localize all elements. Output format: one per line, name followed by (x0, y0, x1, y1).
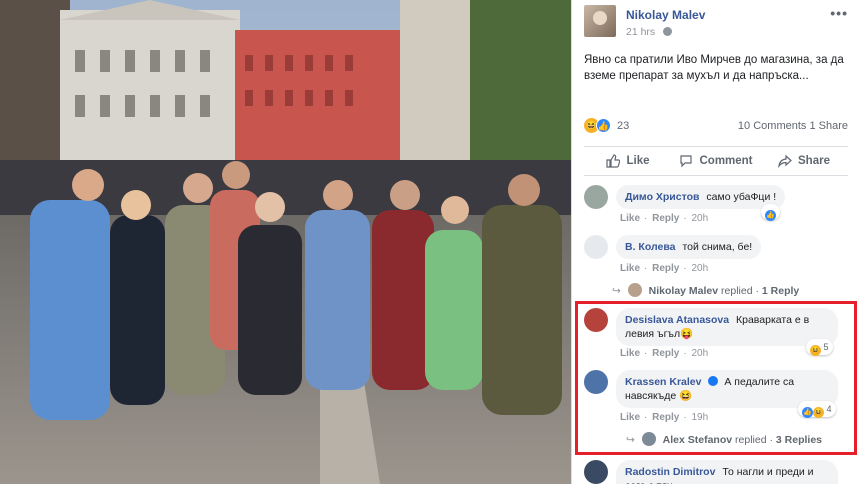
comment-bubble: Димо Христов само убаФци ! (616, 185, 786, 209)
comment-text: той снима, бе! (682, 241, 753, 253)
comment-reply-link[interactable]: Reply (652, 213, 679, 224)
commenter-avatar[interactable] (584, 185, 608, 209)
comment-item: Димо Христов само убаФци ! 👍 Like · Reply… (584, 185, 850, 227)
reactions-count[interactable]: 23 (617, 120, 629, 132)
like-reaction-icon: 👍 (596, 118, 611, 133)
share-button[interactable]: Share (760, 147, 848, 175)
shares-count[interactable]: 1 Share (809, 120, 848, 132)
share-icon (778, 154, 792, 168)
comment-bubble: В. Колева той снима, бе! (616, 235, 762, 259)
like-reaction-icon: 👍 (765, 210, 776, 221)
post-actions: Like Comment Share (584, 146, 848, 176)
comment-text: само убаФци ! (706, 191, 777, 203)
crowd-photo-illustration (0, 0, 571, 484)
comment-meta: Like · Reply · 20h (620, 213, 709, 224)
like-button[interactable]: Like (584, 147, 672, 175)
reply-avatar (627, 283, 642, 297)
comment-button-label: Comment (699, 155, 753, 167)
commenter-avatar[interactable] (584, 235, 608, 259)
comment-reply-link[interactable]: Reply (652, 263, 679, 274)
like-button-label: Like (626, 155, 650, 167)
post-timestamp[interactable]: 21 hrs (626, 26, 673, 38)
red-highlight-box (575, 301, 857, 455)
comments-shares-count[interactable]: 10 Comments 1 Share (738, 120, 848, 132)
comment-reaction-badge[interactable]: 👍 (761, 204, 780, 221)
post-time-text[interactable]: 21 hrs (626, 26, 655, 38)
commenter-avatar[interactable] (584, 460, 608, 484)
globe-icon (663, 27, 673, 36)
share-button-label: Share (798, 155, 830, 167)
post-text: Явно са пратили Иво Мирчев до магазина, … (584, 54, 844, 82)
comment-item: В. Колева той снима, бе! Like · Reply · 20… (584, 235, 850, 277)
comment-meta: Like · Reply · 20h (620, 263, 709, 274)
post-author[interactable]: Nikolay Malev (626, 8, 705, 22)
thumbs-up-icon (606, 154, 621, 168)
reply-label: replied (721, 285, 753, 297)
comment-like-link[interactable]: Like (620, 213, 640, 224)
reactions-bar[interactable]: 😆 👍 23 10 Comments 1 Share (584, 118, 848, 136)
comment-item: Radostin Dimitrov То нагли и преди и сег… (584, 460, 850, 484)
reply-count[interactable]: 1 Reply (762, 285, 799, 297)
comment-bubble: Radostin Dimitrov То нагли и преди и сег… (616, 460, 838, 484)
comment-icon (680, 155, 693, 168)
reply-author[interactable]: Nikolay Malev (649, 285, 718, 297)
comment-time[interactable]: 20h (692, 263, 709, 274)
more-options-icon[interactable]: ••• (830, 5, 848, 21)
comment-author[interactable]: В. Колева (625, 241, 676, 253)
comment-time[interactable]: 20h (692, 213, 709, 224)
reply-arrow-icon: ↪ (612, 285, 621, 297)
author-avatar[interactable] (584, 5, 616, 37)
comment-button[interactable]: Comment (672, 147, 760, 175)
post-header: Nikolay Malev 21 hrs ••• (584, 5, 850, 41)
comment-author[interactable]: Radostin Dimitrov (625, 466, 715, 478)
comment-author[interactable]: Димо Христов (625, 191, 699, 203)
comments-count[interactable]: 10 Comments (738, 120, 806, 132)
post-photo[interactable] (0, 0, 571, 484)
comment-like-link[interactable]: Like (620, 263, 640, 274)
view-replies-link[interactable]: ↪ Nikolay Malev replied · 1 Reply (612, 283, 799, 297)
